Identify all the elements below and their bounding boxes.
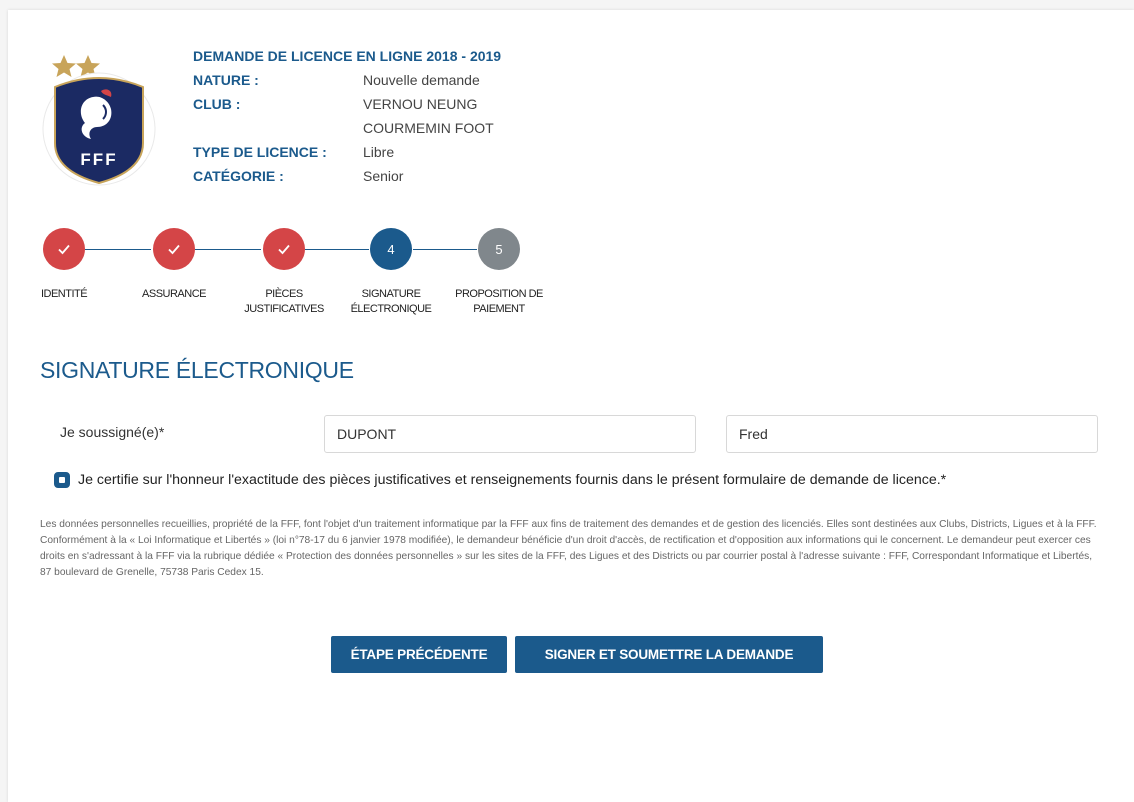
check-icon bbox=[278, 244, 290, 255]
info-label: NATURE : bbox=[193, 72, 259, 88]
step-connector bbox=[85, 249, 151, 250]
step-3-circle bbox=[263, 228, 305, 270]
signer-label: Je soussigné(e)* bbox=[60, 424, 165, 440]
info-value: COURMEMIN FOOT bbox=[363, 120, 494, 136]
info-value: VERNOU NEUNG bbox=[363, 96, 478, 112]
step-2-circle bbox=[153, 228, 195, 270]
step-label-line: JUSTIFICATIVES bbox=[244, 303, 324, 315]
checkbox-mark bbox=[59, 477, 65, 483]
step-3-label: PIÈCES JUSTIFICATIVES bbox=[234, 287, 334, 317]
step-label-line: PAIEMENT bbox=[473, 303, 525, 315]
info-value: Libre bbox=[363, 144, 395, 160]
certify-checkbox[interactable] bbox=[54, 472, 70, 488]
step-connector bbox=[195, 249, 261, 250]
info-label: TYPE DE LICENCE : bbox=[193, 144, 327, 160]
check-icon bbox=[58, 244, 70, 255]
previous-step-button[interactable]: ÉTAPE PRÉCÉDENTE bbox=[331, 636, 507, 673]
request-title: DEMANDE DE LICENCE EN LIGNE 2018 - 2019 bbox=[193, 48, 502, 64]
info-label: CLUB : bbox=[193, 96, 241, 112]
sign-submit-button[interactable]: SIGNER ET SOUMETTRE LA DEMANDE bbox=[515, 636, 823, 673]
step-connector bbox=[413, 249, 477, 250]
step-4-circle: 4 bbox=[370, 228, 412, 270]
certify-label[interactable]: Je certifie sur l'honneur l'exactitude d… bbox=[78, 472, 946, 488]
check-icon bbox=[168, 244, 180, 255]
step-connector bbox=[305, 249, 369, 250]
step-label-line: PROPOSITION DE bbox=[455, 288, 543, 300]
legal-notice: Les données personnelles recueillies, pr… bbox=[40, 519, 1097, 578]
info-label: CATÉGORIE : bbox=[193, 168, 284, 184]
step-4-label: SIGNATURE ÉLECTRONIQUE bbox=[341, 287, 441, 317]
step-2-label: ASSURANCE bbox=[129, 287, 219, 302]
info-value: Senior bbox=[363, 168, 404, 184]
section-title: SIGNATURE ÉLECTRONIQUE bbox=[40, 357, 354, 383]
step-label-line: ÉLECTRONIQUE bbox=[350, 303, 432, 315]
step-5-circle: 5 bbox=[478, 228, 520, 270]
step-1-circle bbox=[43, 228, 85, 270]
step-label-line: IDENTITÉ bbox=[40, 288, 88, 300]
info-value: Nouvelle demande bbox=[363, 72, 480, 88]
last-name-input[interactable] bbox=[324, 415, 696, 453]
step-5-label: PROPOSITION DE PAIEMENT bbox=[444, 287, 554, 317]
step-label-line: SIGNATURE bbox=[361, 288, 421, 300]
logo-text: FFF bbox=[80, 150, 117, 169]
step-label-line: PIÈCES bbox=[265, 288, 303, 300]
step-1-label: IDENTITÉ bbox=[19, 287, 109, 302]
first-name-input[interactable] bbox=[726, 415, 1098, 453]
fff-logo: FFF bbox=[42, 55, 156, 186]
step-label-line: ASSURANCE bbox=[142, 288, 206, 300]
license-request-card: FFF DEMANDE DE LICENCE EN LIGNE 2018 - 2… bbox=[8, 10, 1134, 802]
